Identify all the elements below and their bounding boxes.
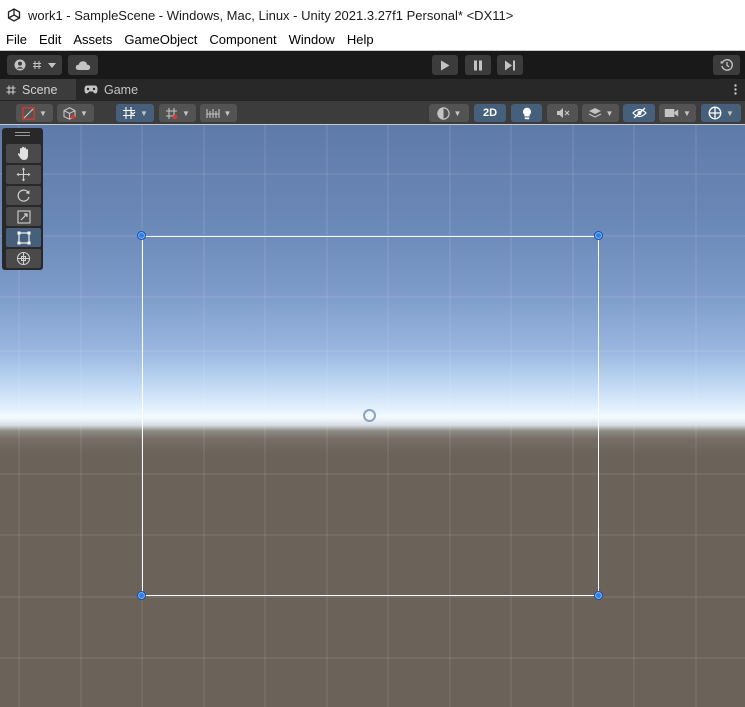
menu-window[interactable]: Window xyxy=(283,30,341,50)
history-icon xyxy=(720,59,733,71)
hand-tool-button[interactable] xyxy=(6,144,41,163)
move-arrows-icon xyxy=(16,167,31,182)
gizmo-globe-icon xyxy=(708,106,722,120)
ruler-icon xyxy=(205,108,220,118)
toggle-2d-label: 2D xyxy=(482,107,498,119)
draw-mode-icon xyxy=(22,106,35,120)
chevron-down-icon: ▼ xyxy=(223,108,232,118)
window-title: work1 - SampleScene - Windows, Mac, Linu… xyxy=(28,7,514,23)
tab-scene-label: Scene xyxy=(22,82,58,97)
lightbulb-icon xyxy=(522,107,531,119)
grid-snapping-button[interactable]: ▼ xyxy=(116,104,154,122)
audio-toggle-button[interactable] xyxy=(547,104,578,122)
scale-tool-button[interactable] xyxy=(6,207,41,226)
menu-file[interactable]: File xyxy=(0,30,33,50)
chevron-down-icon: ▼ xyxy=(39,108,47,118)
tab-scene[interactable]: Scene xyxy=(0,79,76,100)
sphere-icon xyxy=(436,106,450,120)
menu-assets[interactable]: Assets xyxy=(67,30,118,50)
shading-dropdown[interactable]: ▼ xyxy=(57,104,94,122)
chevron-down-icon: ▼ xyxy=(453,108,462,118)
title-bar: work1 - SampleScene - Windows, Mac, Linu… xyxy=(0,0,745,30)
scale-icon xyxy=(16,209,31,224)
rect-handle-bottom-right[interactable] xyxy=(594,591,603,600)
grid-visibility-dropdown[interactable]: ▼ xyxy=(159,104,196,122)
hidden-eye-icon xyxy=(631,107,647,119)
draw-mode-dropdown[interactable]: ▼ xyxy=(16,104,53,122)
chevron-down-icon: ▼ xyxy=(605,108,614,118)
cloud-button[interactable] xyxy=(68,55,98,75)
gizmos-dropdown[interactable]: ▼ xyxy=(701,104,741,122)
cloud-icon xyxy=(75,60,91,70)
lighting-toggle-button[interactable] xyxy=(511,104,542,122)
main-toolbar xyxy=(0,51,745,79)
render-mode-dropdown[interactable]: ▼ xyxy=(429,104,469,122)
rect-handle-top-left[interactable] xyxy=(137,231,146,240)
chevron-down-icon: ▼ xyxy=(182,108,190,118)
menu-edit[interactable]: Edit xyxy=(33,30,67,50)
chevron-down-icon: ▼ xyxy=(683,108,691,118)
unity-logo-icon xyxy=(7,8,21,22)
grid-icon xyxy=(166,107,178,119)
gamepad-icon xyxy=(84,85,98,94)
chevron-down-icon: ▼ xyxy=(726,108,734,118)
effects-dropdown[interactable]: ▼ xyxy=(582,104,619,122)
chevron-down-icon: ▼ xyxy=(140,108,148,118)
pause-button[interactable] xyxy=(465,55,491,75)
chevron-down-icon xyxy=(47,62,56,68)
step-icon xyxy=(505,60,515,70)
kebab-menu-icon xyxy=(734,84,737,95)
menu-gameobject[interactable]: GameObject xyxy=(118,30,203,50)
rotate-tool-button[interactable] xyxy=(6,186,41,205)
account-dropdown[interactable] xyxy=(7,55,62,75)
chevron-down-icon: ▼ xyxy=(80,108,88,118)
overlay-drag-handle[interactable] xyxy=(15,132,30,136)
menu-help[interactable]: Help xyxy=(341,30,380,50)
rect-handle-top-right[interactable] xyxy=(594,231,603,240)
scene-grid-icon xyxy=(6,85,16,94)
rect-handle-bottom-left[interactable] xyxy=(137,591,146,600)
mute-icon xyxy=(556,108,569,118)
rect-tool-button[interactable] xyxy=(6,228,41,247)
rotate-icon xyxy=(17,189,30,202)
step-button[interactable] xyxy=(497,55,523,75)
menu-bar: File Edit Assets GameObject Component Wi… xyxy=(0,30,745,50)
tab-options-button[interactable] xyxy=(734,79,737,100)
account-icon xyxy=(14,59,25,71)
scene-toolbar: ▼ ▼ ▼ ▼ ▼ ▼ 2D ▼ ▼ ▼ xyxy=(0,100,745,124)
play-button[interactable] xyxy=(432,55,458,75)
layers-icon xyxy=(32,61,41,69)
camera-icon xyxy=(664,109,679,117)
transform-icon xyxy=(16,251,31,266)
scene-visibility-button[interactable] xyxy=(623,104,655,122)
rect-pivot[interactable] xyxy=(363,409,376,422)
menu-component[interactable]: Component xyxy=(203,30,282,50)
effects-layers-icon xyxy=(588,108,601,118)
scene-camera-dropdown[interactable]: ▼ xyxy=(659,104,696,122)
pause-icon xyxy=(474,60,482,70)
hand-icon xyxy=(17,146,28,160)
view-tab-bar: Scene Game xyxy=(0,79,745,100)
tools-overlay xyxy=(2,128,43,270)
grid-snap-icon xyxy=(123,107,136,119)
increment-snap-dropdown[interactable]: ▼ xyxy=(200,104,237,122)
cube-icon xyxy=(63,106,76,120)
tab-game-label: Game xyxy=(104,82,139,97)
history-button[interactable] xyxy=(713,55,740,75)
move-tool-button[interactable] xyxy=(6,165,41,184)
rect-tool-icon xyxy=(17,231,30,244)
transform-tool-button[interactable] xyxy=(6,249,41,268)
play-icon xyxy=(441,60,450,70)
tab-game[interactable]: Game xyxy=(82,79,138,100)
toggle-2d-button[interactable]: 2D xyxy=(474,104,506,122)
